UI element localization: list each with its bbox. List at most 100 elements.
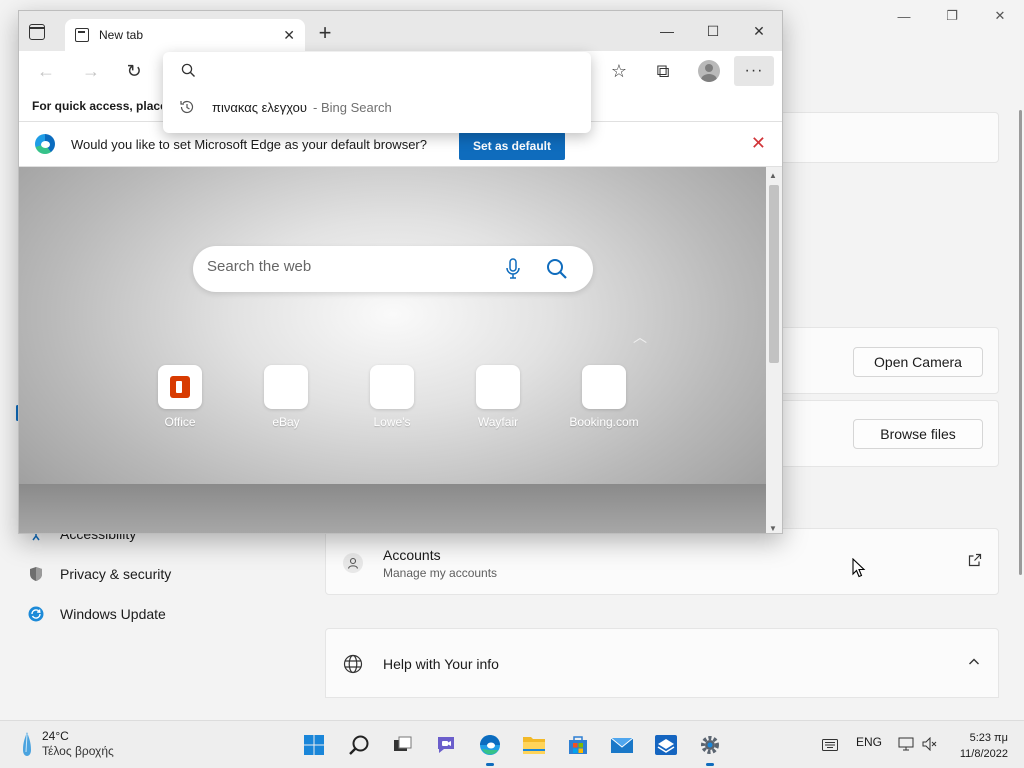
back-button[interactable]: ←: [31, 57, 61, 85]
edge-icon[interactable]: [474, 729, 506, 766]
new-tab-button[interactable]: +: [313, 20, 337, 45]
edge-maximize-button[interactable]: ☐: [690, 11, 736, 51]
settings-card-top: [770, 112, 999, 163]
sidebar-item-privacy-security[interactable]: Privacy & security: [28, 566, 171, 582]
tile-label: Wayfair: [477, 415, 519, 429]
store-icon[interactable]: [562, 729, 594, 761]
news-feed-area: [19, 484, 766, 533]
system-clock[interactable]: 5:23 πμ 11/8/2022: [960, 730, 1008, 762]
settings-and-more-button[interactable]: ···: [734, 56, 774, 86]
weather-widget[interactable]: 24°C Τέλος βροχής: [22, 729, 114, 759]
sidebar-item-label: Windows Update: [60, 606, 166, 622]
windows-update-icon: [28, 606, 44, 622]
favorites-button[interactable]: ☆: [604, 57, 634, 85]
tile-label: Lowe's: [373, 415, 411, 429]
tile-label: Booking.com: [569, 415, 639, 429]
page-scrollbar[interactable]: ▲ ▼: [766, 167, 782, 533]
sidebar-item-label: Privacy & security: [60, 566, 172, 582]
quick-link-tile[interactable]: Wayfair: [458, 365, 538, 429]
mail-icon[interactable]: [606, 729, 638, 761]
settings-scrollbar[interactable]: [1019, 110, 1022, 575]
file-explorer-icon[interactable]: [518, 729, 550, 761]
address-bar-dropdown: πινακας ελεγχου - Bing Search: [163, 52, 591, 133]
edge-logo-icon: [35, 134, 55, 154]
tile-label: Office: [164, 415, 196, 429]
browse-files-button[interactable]: Browse files: [853, 419, 983, 449]
clock-time: 5:23 πμ: [969, 732, 1008, 744]
suggestion-source: - Bing Search: [313, 99, 392, 115]
open-camera-button[interactable]: Open Camera: [853, 347, 983, 377]
person-icon: [343, 553, 363, 573]
app-icon[interactable]: [650, 729, 682, 761]
volume-muted-icon[interactable]: [922, 736, 938, 756]
settings-caption-buttons: — ❐ ✕: [880, 0, 1024, 32]
help-card[interactable]: Help with Your info: [325, 628, 999, 698]
accounts-title: Accounts: [383, 547, 441, 563]
scroll-up-icon[interactable]: ▲: [769, 171, 777, 180]
accounts-subtitle: Manage my accounts: [383, 566, 498, 580]
forward-button[interactable]: →: [76, 57, 106, 85]
new-tab-page-icon: [75, 28, 89, 42]
new-tab-page: ︿ Office eBay Lowe's Wayfair Booking.com: [19, 167, 766, 533]
collapse-icon[interactable]: ︿: [633, 327, 647, 347]
taskbar: 24°C Τέλος βροχής ENG 5:23 πμ 11/8/2022: [0, 720, 1024, 768]
collections-button[interactable]: ⧉: [648, 57, 678, 85]
microphone-icon[interactable]: [505, 258, 521, 280]
edge-close-button[interactable]: ✕: [736, 11, 782, 51]
infobar-message: Would you like to set Microsoft Edge as …: [71, 137, 427, 152]
office-icon: [158, 365, 202, 409]
weather-temperature: 24°C: [42, 729, 69, 743]
scroll-down-icon[interactable]: ▼: [769, 524, 777, 533]
address-bar-input[interactable]: [205, 60, 575, 76]
rain-drop-icon: [23, 732, 31, 756]
set-as-default-button[interactable]: Set as default: [459, 132, 565, 160]
weather-description: Τέλος βροχής: [42, 744, 114, 758]
tab-new-tab[interactable]: New tab ✕: [65, 19, 305, 51]
history-icon: [180, 100, 194, 114]
input-language-indicator[interactable]: ENG: [856, 735, 882, 749]
suggestion-query: πινακας ελεγχου: [212, 99, 308, 115]
chevron-up-icon[interactable]: [968, 655, 980, 673]
search-icon[interactable]: [343, 729, 375, 761]
tab-close-button[interactable]: ✕: [283, 27, 295, 44]
wayfair-icon: [476, 365, 520, 409]
help-title: Help with Your info: [383, 656, 499, 672]
edge-minimize-button[interactable]: —: [644, 11, 690, 51]
task-view-icon[interactable]: [386, 729, 418, 761]
start-icon[interactable]: [298, 729, 330, 761]
search-icon: [181, 63, 195, 77]
web-search-input[interactable]: [207, 258, 487, 275]
settings-minimize-button[interactable]: —: [880, 0, 928, 32]
booking-icon: [582, 365, 626, 409]
suggestion-row[interactable]: πινακας ελεγχου - Bing Search: [163, 92, 591, 122]
chat-icon[interactable]: [430, 729, 462, 761]
mouse-cursor-icon: [852, 557, 866, 583]
tile-label: eBay: [272, 415, 300, 429]
settings-maximize-button[interactable]: ❐: [928, 0, 976, 32]
profile-avatar[interactable]: [698, 60, 720, 82]
tab-actions-icon[interactable]: [29, 24, 45, 40]
clock-date: 11/8/2022: [959, 748, 1008, 760]
ebay-icon: [264, 365, 308, 409]
settings-close-button[interactable]: ✕: [976, 0, 1024, 32]
external-link-icon[interactable]: [968, 553, 982, 572]
web-search-box[interactable]: [193, 246, 593, 292]
lowes-icon: [370, 365, 414, 409]
network-icon[interactable]: [898, 737, 914, 756]
sidebar-item-windows-update[interactable]: Windows Update: [28, 606, 166, 622]
quick-link-tile[interactable]: Office: [140, 365, 220, 429]
favorites-bar-text: For quick access, place y: [32, 99, 162, 113]
keyboard-icon[interactable]: [822, 738, 838, 756]
edge-caption-buttons: — ☐ ✕: [644, 11, 782, 51]
search-icon[interactable]: [545, 257, 569, 281]
globe-icon: [343, 654, 363, 679]
quick-link-tile[interactable]: eBay: [246, 365, 326, 429]
scrollbar-thumb[interactable]: [769, 185, 779, 363]
accounts-card[interactable]: Accounts Manage my accounts: [325, 528, 999, 595]
tab-bar: New tab ✕ + — ☐ ✕: [19, 11, 782, 51]
quick-link-tile[interactable]: Lowe's: [352, 365, 432, 429]
infobar-close-icon[interactable]: ✕: [751, 133, 766, 154]
quick-link-tile[interactable]: Booking.com: [564, 365, 644, 429]
settings-icon[interactable]: [694, 729, 726, 766]
refresh-button[interactable]: ↻: [119, 57, 149, 85]
